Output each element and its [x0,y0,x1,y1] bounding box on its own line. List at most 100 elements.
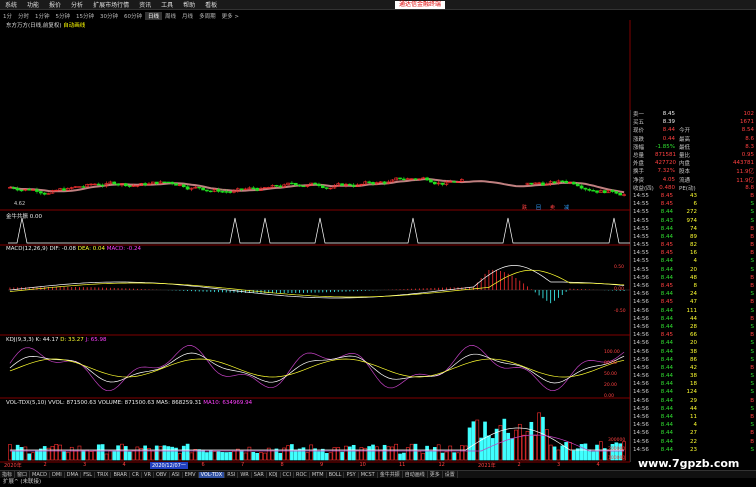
tick-row: 14:56 8.44 111 S [631,307,756,315]
candle-body [560,180,565,183]
indicator-tab-11[interactable]: ASI [170,471,183,478]
tick-row: 14:55 8.45 43 B [631,192,756,200]
quote-value-2: 1671 [740,119,754,126]
indicator-tab-14[interactable]: RSI [225,471,239,478]
candle-body [552,181,557,184]
tick-row: 14:56 8.44 29 B [631,397,756,405]
indicator-tab-19[interactable]: ROC [294,471,310,478]
tick-list[interactable]: 14:55 8.45 43 B 14:55 8.45 6 S 14:55 8.44 272 S 14:5… [631,192,756,454]
volume-bar [189,452,194,461]
tick-price: 8.44 [660,291,673,298]
tick-side: S [750,356,755,363]
indicator-tab-2[interactable]: MACD [30,471,51,478]
indicator-tab-9[interactable]: VR [142,471,154,478]
indicator-tab-3[interactable]: DMI [50,471,65,478]
indicator-tab-17[interactable]: KDJ [267,471,281,478]
kdj-d: D: 33.27 [60,337,84,343]
candle-body [220,191,225,193]
indicator-tab-22[interactable]: PSY [344,471,359,478]
tick-time: 14:56 [633,405,649,412]
quote-row: 总量 871581 量比 0.95 [631,151,756,159]
indicator-tab-5[interactable]: FSL [81,471,96,478]
candle-body [181,184,186,188]
volume-bar [568,442,572,461]
indicator-tab-15[interactable]: WR [238,471,252,478]
quote-row: 外盘 427720 内盘 443781 [631,159,756,167]
tick-volume: 28 [690,323,697,330]
indicator-tab-1[interactable]: 窗口 [15,471,31,478]
tick-row: 14:55 8.45 16 B [631,249,756,257]
tick-time: 14:56 [633,422,649,429]
quote-label: 涨幅 [633,144,645,151]
tick-volume: 20 [690,340,697,347]
tick-price: 8.44 [660,258,673,265]
volume-bar [127,451,132,461]
indicator-tab-26[interactable]: 更多 [428,471,443,478]
candle-body [583,187,588,190]
date-label: 12 [438,462,445,468]
indicator-tab-10[interactable]: OBV [154,471,170,478]
indicator-tab-27[interactable]: 设置 [443,471,458,478]
candle-body [154,181,159,185]
indicator-tab-7[interactable]: BRAR [111,471,131,478]
tick-row: 14:56 8.44 27 B [631,429,756,437]
tick-time: 14:56 [633,315,649,322]
tick-price: 8.44 [660,364,673,371]
volume-bar [224,452,229,461]
candle-body [402,178,406,181]
candle-body [278,185,283,188]
indicator-tab-25[interactable]: 自动画线 [403,471,428,478]
volume-bar [355,450,360,461]
date-axis: 2020年234567891011122021年2342020/12/07一 [0,462,630,470]
volume-bar [394,443,399,461]
indicator-tab-13[interactable]: VOL-TDX [198,471,226,478]
indicator-tab-21[interactable]: BOLL [327,471,345,478]
volume-bar [544,429,549,461]
indicator-tab-8[interactable]: CR [130,471,143,478]
tick-price: 8.44 [660,389,673,396]
date-label: 4 [596,462,600,468]
tick-volume: 29 [690,397,697,404]
tick-volume: 974 [686,217,698,224]
volume-bar [375,446,379,461]
volume-bar [429,450,433,461]
quote-label-2: 内盘 [679,161,691,168]
signal-line [8,217,630,244]
candle-body [15,188,20,191]
quote-summary: 卖一 8.45 102 买五 8.39 1671 现价 8.44 今开 8.54 涨跌 0.44 最高 8… [631,110,756,192]
tick-row: 14:55 8.43 974 S [631,216,756,224]
signal-marker: 卖 [550,205,555,211]
indicator-tab-6[interactable]: TRIX [95,471,112,478]
tick-row: 14:55 8.44 74 B [631,225,756,233]
volume-bar [490,438,495,461]
volume-bar [595,444,599,461]
indicator-tab-4[interactable]: DMA [65,471,82,478]
volume-bar [77,445,82,461]
tick-price: 8.44 [660,307,673,314]
indicator-tab-16[interactable]: SAR [252,471,267,478]
indicator-tab-18[interactable]: CCI [281,471,294,478]
indicator-tab-12[interactable]: EMV [183,471,199,478]
volume-bar [251,451,256,461]
tick-time: 14:56 [633,307,649,314]
quote-value: 871581 [655,152,676,159]
candle-body [587,188,592,191]
tick-side: B [750,414,754,421]
indicator-tab-24[interactable]: 金牛共振 [378,471,403,478]
volume-bar [479,437,483,461]
volume-bar [456,452,460,461]
indicator-tab-23[interactable]: MCST [359,471,378,478]
candle-body [116,183,120,186]
volume-bar [166,446,171,461]
quote-value: -1.85% [655,143,675,150]
tick-time: 14:56 [633,364,649,371]
tick-side: B [750,299,754,306]
indicator-tab-0[interactable]: 指标 [0,471,16,478]
candle-body [162,181,167,184]
tick-row: 14:56 8.44 38 S [631,347,756,355]
candle-body [224,191,229,193]
candle-body [62,188,66,191]
tick-price: 8.44 [660,381,673,388]
indicator-tab-20[interactable]: MTM [310,471,327,478]
volume-bar [421,453,426,461]
